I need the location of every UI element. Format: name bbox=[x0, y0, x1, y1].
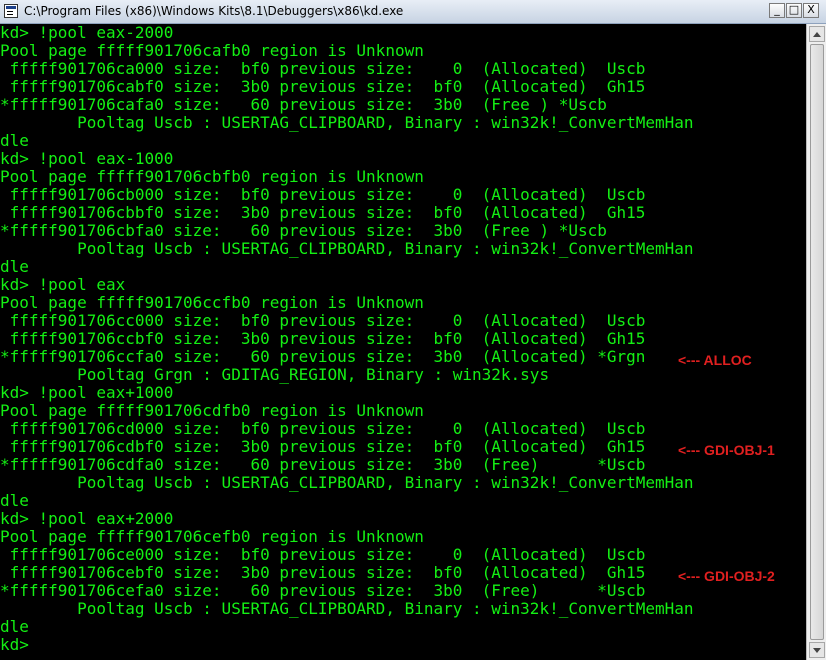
console-line: dle bbox=[0, 257, 29, 276]
window-title: C:\Program Files (x86)\Windows Kits\8.1\… bbox=[24, 4, 404, 18]
console-line: kd> !pool eax bbox=[0, 275, 126, 294]
console-line: Pooltag Grgn : GDITAG_REGION, Binary : w… bbox=[0, 365, 550, 384]
console-app-icon[interactable] bbox=[4, 4, 18, 18]
gdi-obj-2-annotation: <--- GDI-OBJ-2 bbox=[678, 568, 775, 584]
console-line: *fffff901706cefa0 size: 60 previous size… bbox=[0, 581, 646, 600]
console-line: fffff901706cc000 size: bf0 previous size… bbox=[0, 311, 646, 330]
console-line: *fffff901706cdfa0 size: 60 previous size… bbox=[0, 455, 646, 474]
console-line: Pool page fffff901706cbfb0 region is Unk… bbox=[0, 167, 424, 186]
scroll-down-icon[interactable] bbox=[809, 642, 825, 658]
console-line: fffff901706cb000 size: bf0 previous size… bbox=[0, 185, 646, 204]
console-line: Pool page fffff901706ccfb0 region is Unk… bbox=[0, 293, 424, 312]
console-line: Pooltag Uscb : USERTAG_CLIPBOARD, Binary… bbox=[0, 239, 694, 258]
scrollbar-thumb[interactable] bbox=[810, 44, 824, 640]
console-window: C:\Program Files (x86)\Windows Kits\8.1\… bbox=[0, 0, 826, 660]
console-line: dle bbox=[0, 131, 29, 150]
console-line: dle bbox=[0, 491, 29, 510]
console-line: Pooltag Uscb : USERTAG_CLIPBOARD, Binary… bbox=[0, 473, 694, 492]
scroll-up-icon[interactable] bbox=[809, 26, 825, 42]
console-line: kd> bbox=[0, 635, 29, 654]
alloc-annotation: <--- ALLOC bbox=[678, 352, 752, 368]
console-output[interactable]: kd> !pool eax-2000 Pool page fffff901706c… bbox=[0, 24, 804, 660]
console-line: Pooltag Uscb : USERTAG_CLIPBOARD, Binary… bbox=[0, 113, 694, 132]
console-line: *fffff901706cbfa0 size: 60 previous size… bbox=[0, 221, 607, 240]
gdi-obj-1-annotation: <--- GDI-OBJ-1 bbox=[678, 442, 775, 458]
console-line: Pool page fffff901706cefb0 region is Unk… bbox=[0, 527, 424, 546]
console-line: fffff901706ca000 size: bf0 previous size… bbox=[0, 59, 646, 78]
maximize-button[interactable]: □ bbox=[786, 3, 802, 18]
console-line: Pooltag Uscb : USERTAG_CLIPBOARD, Binary… bbox=[0, 599, 694, 618]
console-line: kd> !pool eax-1000 bbox=[0, 149, 174, 168]
title-bar[interactable]: C:\Program Files (x86)\Windows Kits\8.1\… bbox=[0, 0, 826, 24]
console-line: kd> !pool eax+1000 bbox=[0, 383, 174, 402]
console-line: fffff901706ccbf0 size: 3b0 previous size… bbox=[0, 329, 646, 348]
console-line: kd> !pool eax+2000 bbox=[0, 509, 174, 528]
console-line: dle bbox=[0, 617, 29, 636]
close-button[interactable]: X bbox=[803, 3, 819, 18]
console-line: Pool page fffff901706cdfb0 region is Unk… bbox=[0, 401, 424, 420]
console-line: Pool page fffff901706cafb0 region is Unk… bbox=[0, 41, 424, 60]
console-line: fffff901706cd000 size: bf0 previous size… bbox=[0, 419, 646, 438]
console-line: kd> !pool eax-2000 bbox=[0, 24, 174, 42]
console-line: *fffff901706cafa0 size: 60 previous size… bbox=[0, 95, 607, 114]
minimize-button[interactable]: _ bbox=[769, 3, 785, 18]
console-line: fffff901706cbbf0 size: 3b0 previous size… bbox=[0, 203, 646, 222]
console-line: fffff901706ce000 size: bf0 previous size… bbox=[0, 545, 646, 564]
console-line: fffff901706cabf0 size: 3b0 previous size… bbox=[0, 77, 646, 96]
vertical-scrollbar[interactable] bbox=[806, 24, 826, 660]
